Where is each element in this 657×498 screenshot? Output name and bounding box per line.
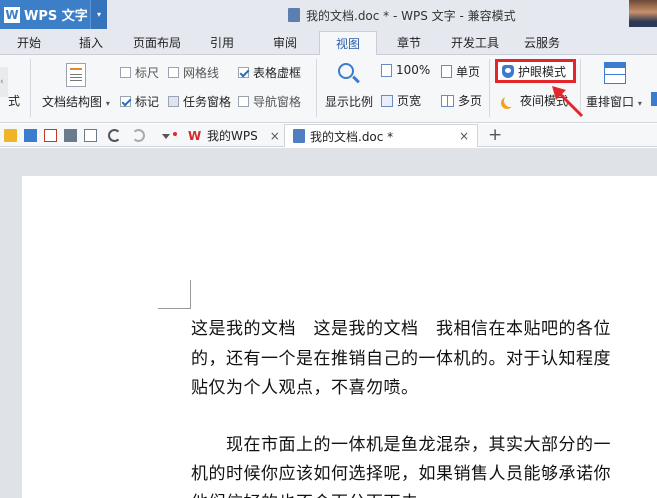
ribbon-cut-label: 式 bbox=[8, 94, 21, 108]
nav-pane-checkbox[interactable]: 导航窗格 bbox=[238, 93, 301, 110]
undo-icon[interactable] bbox=[108, 129, 121, 142]
checkbox-checked bbox=[238, 67, 249, 78]
toolbar-dropdown-icon[interactable] bbox=[162, 134, 170, 139]
arrange-windows-icon[interactable] bbox=[604, 62, 626, 84]
margin-corner-mark bbox=[158, 308, 191, 309]
tab-review[interactable]: 审阅 bbox=[264, 31, 306, 55]
app-menu-button[interactable]: W WPS 文字 ▾ bbox=[0, 0, 107, 29]
cut-off-icon bbox=[651, 92, 657, 106]
window-title: 我的文档.doc * - WPS 文字 - 兼容模式 bbox=[288, 7, 516, 23]
checkbox-box bbox=[238, 96, 249, 107]
document-icon bbox=[288, 8, 300, 22]
export-pdf-icon[interactable] bbox=[44, 129, 57, 142]
document-line[interactable]: 机的时候你应该如何选择呢，如果销售人员能够承诺你 bbox=[191, 459, 611, 484]
document-line[interactable]: 现在市面上的一体机是鱼龙混杂，其实大部分的一 bbox=[191, 430, 611, 455]
tab-section[interactable]: 章节 bbox=[388, 31, 430, 55]
ribbon-scroll-left[interactable]: ‹ bbox=[0, 67, 8, 97]
multi-page-icon bbox=[441, 94, 454, 107]
document-line[interactable]: 这是我的文档 这是我的文档 我相信在本贴吧的各位 bbox=[191, 314, 611, 339]
shield-icon bbox=[502, 64, 514, 78]
chevron-down-icon[interactable]: ▾ bbox=[90, 0, 107, 29]
multi-page-button[interactable]: 多页 bbox=[441, 92, 482, 109]
print-icon[interactable] bbox=[64, 129, 77, 142]
tab-developer[interactable]: 开发工具 bbox=[445, 31, 505, 55]
page-width-icon bbox=[381, 94, 393, 107]
tab-references[interactable]: 引用 bbox=[201, 31, 243, 55]
window-title-text: 我的文档.doc * - WPS 文字 - 兼容模式 bbox=[306, 8, 516, 23]
save-icon[interactable] bbox=[24, 129, 37, 142]
chevron-down-icon: ▾ bbox=[637, 99, 642, 108]
document-icon bbox=[293, 129, 305, 143]
page-width-button[interactable]: 页宽 bbox=[381, 92, 421, 109]
checkbox-box bbox=[168, 96, 179, 107]
wps-logo-icon: W bbox=[4, 6, 20, 23]
ruler-checkbox[interactable]: 标尺 bbox=[120, 64, 159, 81]
eye-care-mode-button[interactable]: 护眼模式 bbox=[495, 59, 576, 83]
markers-checkbox[interactable]: 标记 bbox=[120, 93, 159, 110]
moon-icon bbox=[504, 95, 516, 107]
zoom-100-button[interactable]: 100% bbox=[381, 63, 430, 77]
app-name: WPS 文字 bbox=[24, 9, 88, 24]
notification-dot-icon bbox=[173, 132, 177, 136]
tab-insert[interactable]: 插入 bbox=[70, 31, 112, 55]
task-pane-checkbox[interactable]: 任务窗格 bbox=[168, 93, 231, 110]
close-icon[interactable]: × bbox=[459, 129, 469, 143]
single-page-icon bbox=[441, 65, 452, 78]
doc-tab-my-document[interactable]: 我的文档.doc * × bbox=[284, 124, 478, 147]
checkbox-box bbox=[120, 67, 131, 78]
wps-logo-icon: W bbox=[188, 128, 202, 143]
annotation-arrow-icon bbox=[552, 86, 584, 118]
checkbox-box bbox=[168, 67, 179, 78]
doc-structure-button[interactable]: 文档结构图 ▾ bbox=[42, 93, 110, 110]
zoom-button[interactable]: 显示比例 bbox=[325, 93, 373, 110]
ribbon-tabs: 开始 插入 页面布局 引用 审阅 视图 章节 开发工具 云服务 bbox=[0, 31, 657, 56]
gridlines-checkbox[interactable]: 网格线 bbox=[168, 64, 219, 81]
divider bbox=[316, 59, 317, 117]
open-folder-icon[interactable] bbox=[4, 129, 17, 142]
close-icon[interactable]: × bbox=[270, 129, 280, 143]
redo-icon[interactable] bbox=[132, 129, 145, 142]
tab-start[interactable]: 开始 bbox=[8, 31, 50, 55]
divider bbox=[489, 59, 490, 117]
quick-access-toolbar: W 我的WPS × 我的文档.doc * × + bbox=[0, 124, 657, 147]
document-line[interactable]: 他们信好的也不会百分百下去 bbox=[191, 488, 419, 498]
divider bbox=[30, 59, 31, 117]
margin-corner-mark bbox=[190, 280, 191, 309]
doc-tab-my-wps[interactable]: W 我的WPS × bbox=[180, 124, 284, 147]
tab-view[interactable]: 视图 bbox=[319, 31, 377, 56]
avatar[interactable] bbox=[629, 0, 657, 27]
document-line[interactable]: 贴仅为个人观点，不喜勿喷。 bbox=[191, 373, 419, 398]
tab-page-layout[interactable]: 页面布局 bbox=[124, 31, 190, 55]
checkbox-checked bbox=[120, 96, 131, 107]
table-lines-checkbox[interactable]: 表格虚框 bbox=[238, 64, 301, 81]
print-preview-icon[interactable] bbox=[84, 129, 97, 142]
doc-structure-label: 文档结构图 bbox=[42, 95, 103, 109]
document-line[interactable]: 的，还有一个是在推销自己的一体机的。对于认知程度 bbox=[191, 344, 611, 369]
new-tab-button[interactable]: + bbox=[488, 125, 502, 145]
single-page-button[interactable]: 单页 bbox=[441, 63, 480, 80]
page-icon bbox=[381, 63, 392, 77]
tab-cloud[interactable]: 云服务 bbox=[517, 31, 567, 55]
chevron-down-icon: ▾ bbox=[105, 99, 110, 108]
arrange-windows-button[interactable]: 重排窗口 ▾ bbox=[586, 93, 642, 110]
document-structure-icon[interactable] bbox=[66, 63, 86, 87]
magnifier-icon[interactable] bbox=[336, 61, 360, 85]
